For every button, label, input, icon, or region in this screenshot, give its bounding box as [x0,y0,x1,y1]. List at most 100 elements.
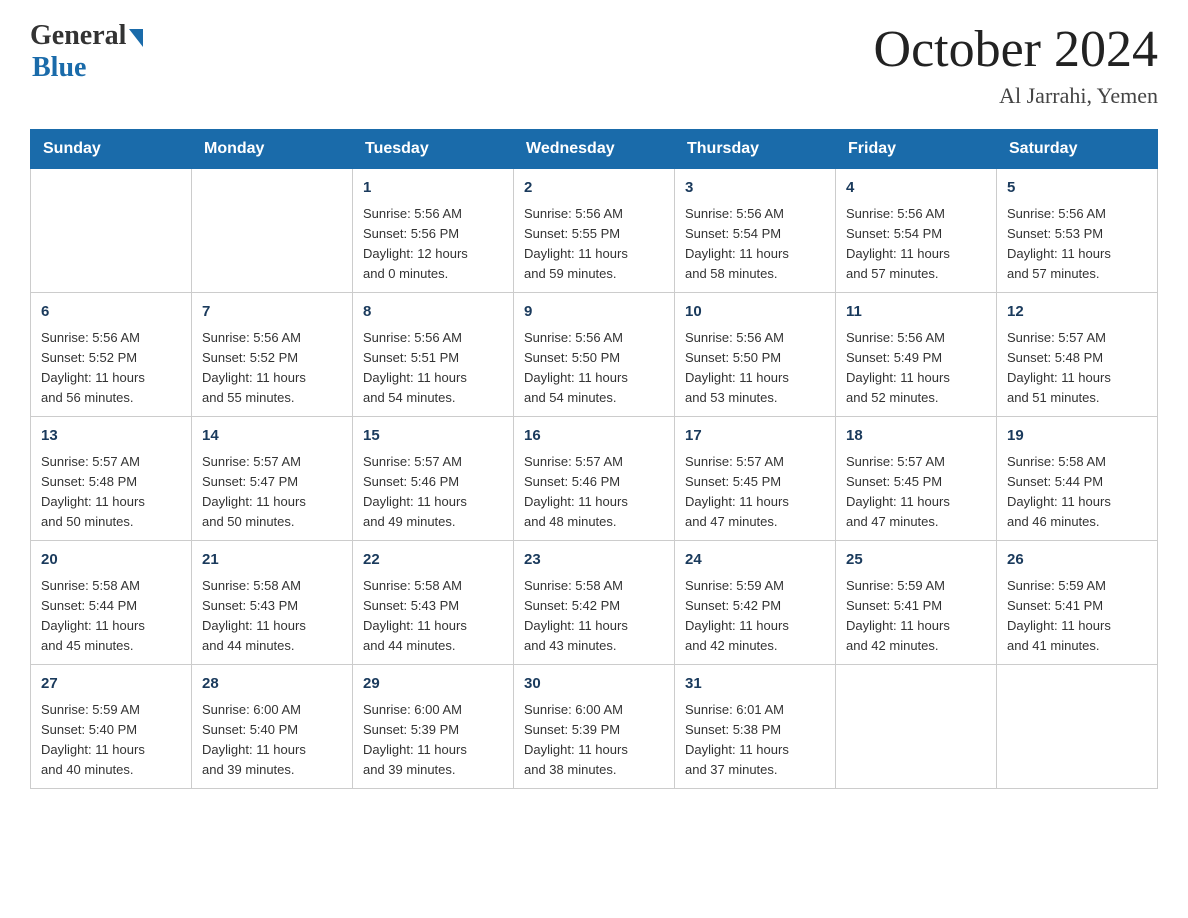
day-number: 18 [846,425,986,448]
day-info: Sunrise: 5:58 AM Sunset: 5:44 PM Dayligh… [1007,452,1147,533]
day-number: 29 [363,673,503,696]
day-number: 2 [524,177,664,200]
day-info: Sunrise: 5:59 AM Sunset: 5:42 PM Dayligh… [685,576,825,657]
day-info: Sunrise: 5:59 AM Sunset: 5:41 PM Dayligh… [1007,576,1147,657]
day-info: Sunrise: 5:58 AM Sunset: 5:42 PM Dayligh… [524,576,664,657]
day-cell: 31 Sunrise: 6:01 AM Sunset: 5:38 PM Dayli… [675,665,836,789]
day-info: Sunrise: 5:56 AM Sunset: 5:52 PM Dayligh… [202,328,342,409]
logo-general-text: General [30,20,126,52]
week-row-3: 13 Sunrise: 5:57 AM Sunset: 5:48 PM Dayli… [31,417,1158,541]
calendar-body: 1Sunrise: 5:56 AM Sunset: 5:56 PM Daylig… [31,169,1158,789]
day-info: Sunrise: 5:56 AM Sunset: 5:53 PM Dayligh… [1007,204,1147,285]
day-info: Sunrise: 5:56 AM Sunset: 5:55 PM Dayligh… [524,204,664,285]
day-cell: 16 Sunrise: 5:57 AM Sunset: 5:46 PM Dayli… [514,417,675,541]
day-info: Sunrise: 5:57 AM Sunset: 5:47 PM Dayligh… [202,452,342,533]
day-number: 9 [524,301,664,324]
day-info: Sunrise: 6:01 AM Sunset: 5:38 PM Dayligh… [685,700,825,781]
header-cell-tuesday: Tuesday [353,130,514,169]
day-cell: 2 Sunrise: 5:56 AM Sunset: 5:55 PM Daylig… [514,169,675,293]
day-cell: 17 Sunrise: 5:57 AM Sunset: 5:45 PM Dayli… [675,417,836,541]
day-cell: 29 Sunrise: 6:00 AM Sunset: 5:39 PM Dayli… [353,665,514,789]
day-info: Sunrise: 5:57 AM Sunset: 5:45 PM Dayligh… [685,452,825,533]
day-number: 10 [685,301,825,324]
day-cell: 8Sunrise: 5:56 AM Sunset: 5:51 PM Daylig… [353,293,514,417]
day-info: Sunrise: 6:00 AM Sunset: 5:40 PM Dayligh… [202,700,342,781]
day-cell: 15 Sunrise: 5:57 AM Sunset: 5:46 PM Dayli… [353,417,514,541]
day-cell: 5Sunrise: 5:56 AM Sunset: 5:53 PM Daylig… [997,169,1158,293]
logo: General Blue [30,20,143,84]
day-number: 17 [685,425,825,448]
day-cell: 4 Sunrise: 5:56 AM Sunset: 5:54 PM Daylig… [836,169,997,293]
day-cell: 20Sunrise: 5:58 AM Sunset: 5:44 PM Dayli… [31,541,192,665]
day-cell: 23 Sunrise: 5:58 AM Sunset: 5:42 PM Dayli… [514,541,675,665]
day-info: Sunrise: 5:56 AM Sunset: 5:51 PM Dayligh… [363,328,503,409]
day-number: 4 [846,177,986,200]
day-number: 14 [202,425,342,448]
day-info: Sunrise: 5:57 AM Sunset: 5:46 PM Dayligh… [524,452,664,533]
day-info: Sunrise: 6:00 AM Sunset: 5:39 PM Dayligh… [524,700,664,781]
week-row-4: 20Sunrise: 5:58 AM Sunset: 5:44 PM Dayli… [31,541,1158,665]
logo-blue-text: Blue [32,52,86,84]
day-info: Sunrise: 5:56 AM Sunset: 5:52 PM Dayligh… [41,328,181,409]
day-cell: 21 Sunrise: 5:58 AM Sunset: 5:43 PM Dayli… [192,541,353,665]
day-cell: 18 Sunrise: 5:57 AM Sunset: 5:45 PM Dayli… [836,417,997,541]
week-row-5: 27 Sunrise: 5:59 AM Sunset: 5:40 PM Dayli… [31,665,1158,789]
day-cell: 12 Sunrise: 5:57 AM Sunset: 5:48 PM Dayli… [997,293,1158,417]
day-number: 16 [524,425,664,448]
day-info: Sunrise: 6:00 AM Sunset: 5:39 PM Dayligh… [363,700,503,781]
day-number: 19 [1007,425,1147,448]
week-row-2: 6 Sunrise: 5:56 AM Sunset: 5:52 PM Daylig… [31,293,1158,417]
day-number: 15 [363,425,503,448]
header-cell-thursday: Thursday [675,130,836,169]
day-info: Sunrise: 5:58 AM Sunset: 5:43 PM Dayligh… [363,576,503,657]
day-number: 31 [685,673,825,696]
day-number: 12 [1007,301,1147,324]
day-cell: 22Sunrise: 5:58 AM Sunset: 5:43 PM Dayli… [353,541,514,665]
day-cell: 11 Sunrise: 5:56 AM Sunset: 5:49 PM Dayli… [836,293,997,417]
day-number: 26 [1007,549,1147,572]
page-header: General Blue October 2024 Al Jarrahi, Ye… [30,20,1158,109]
calendar-header: SundayMondayTuesdayWednesdayThursdayFrid… [31,130,1158,169]
day-cell: 7Sunrise: 5:56 AM Sunset: 5:52 PM Daylig… [192,293,353,417]
day-info: Sunrise: 5:57 AM Sunset: 5:46 PM Dayligh… [363,452,503,533]
day-info: Sunrise: 5:57 AM Sunset: 5:48 PM Dayligh… [41,452,181,533]
day-cell: 10 Sunrise: 5:56 AM Sunset: 5:50 PM Dayli… [675,293,836,417]
logo-arrow-icon [129,29,143,47]
day-cell [31,169,192,293]
day-number: 6 [41,301,181,324]
day-info: Sunrise: 5:59 AM Sunset: 5:40 PM Dayligh… [41,700,181,781]
day-number: 21 [202,549,342,572]
day-cell: 26 Sunrise: 5:59 AM Sunset: 5:41 PM Dayli… [997,541,1158,665]
day-info: Sunrise: 5:56 AM Sunset: 5:54 PM Dayligh… [846,204,986,285]
day-info: Sunrise: 5:56 AM Sunset: 5:49 PM Dayligh… [846,328,986,409]
day-number: 13 [41,425,181,448]
day-info: Sunrise: 5:57 AM Sunset: 5:45 PM Dayligh… [846,452,986,533]
day-number: 23 [524,549,664,572]
day-cell: 9 Sunrise: 5:56 AM Sunset: 5:50 PM Daylig… [514,293,675,417]
header-cell-wednesday: Wednesday [514,130,675,169]
day-cell [997,665,1158,789]
day-number: 25 [846,549,986,572]
day-number: 30 [524,673,664,696]
day-cell: 1Sunrise: 5:56 AM Sunset: 5:56 PM Daylig… [353,169,514,293]
calendar-table: SundayMondayTuesdayWednesdayThursdayFrid… [30,129,1158,789]
day-cell: 28Sunrise: 6:00 AM Sunset: 5:40 PM Dayli… [192,665,353,789]
day-number: 3 [685,177,825,200]
header-cell-saturday: Saturday [997,130,1158,169]
day-info: Sunrise: 5:59 AM Sunset: 5:41 PM Dayligh… [846,576,986,657]
day-number: 27 [41,673,181,696]
header-row: SundayMondayTuesdayWednesdayThursdayFrid… [31,130,1158,169]
day-number: 11 [846,301,986,324]
header-cell-sunday: Sunday [31,130,192,169]
day-info: Sunrise: 5:56 AM Sunset: 5:50 PM Dayligh… [524,328,664,409]
day-cell: 19 Sunrise: 5:58 AM Sunset: 5:44 PM Dayli… [997,417,1158,541]
day-cell: 27 Sunrise: 5:59 AM Sunset: 5:40 PM Dayli… [31,665,192,789]
day-info: Sunrise: 5:57 AM Sunset: 5:48 PM Dayligh… [1007,328,1147,409]
day-info: Sunrise: 5:56 AM Sunset: 5:50 PM Dayligh… [685,328,825,409]
day-number: 1 [363,177,503,200]
day-cell [192,169,353,293]
day-cell: 24Sunrise: 5:59 AM Sunset: 5:42 PM Dayli… [675,541,836,665]
day-cell [836,665,997,789]
header-cell-friday: Friday [836,130,997,169]
day-info: Sunrise: 5:58 AM Sunset: 5:43 PM Dayligh… [202,576,342,657]
